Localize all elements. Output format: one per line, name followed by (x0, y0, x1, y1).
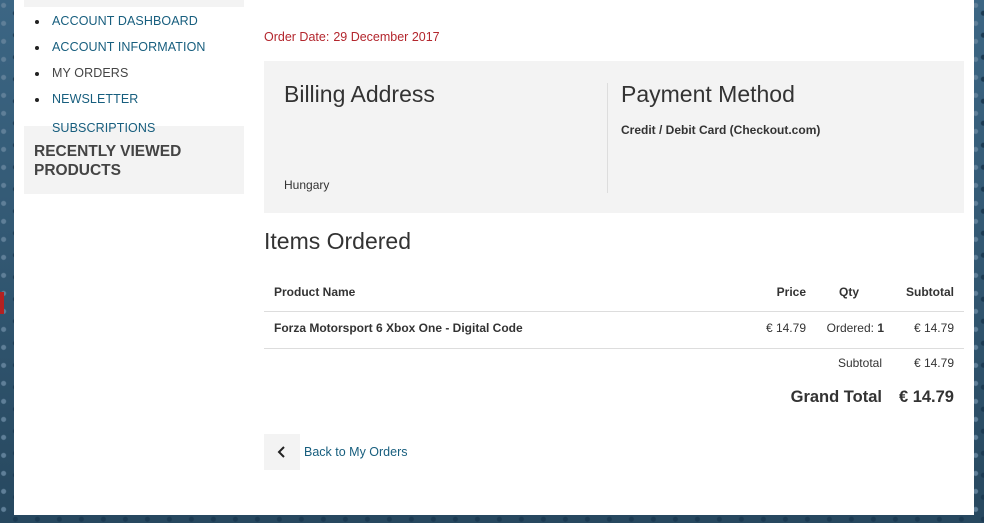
grand-total-row: Grand Total € 14.79 (264, 374, 964, 410)
nav-link-account-dashboard[interactable]: ACCOUNT DASHBOARD (52, 14, 198, 28)
recently-viewed-title: RECENTLY VIEWED PRODUCTS (34, 143, 182, 179)
sidebar-top-bar (24, 0, 244, 7)
bullet-icon (35, 72, 39, 76)
chevron-left-icon (277, 446, 285, 458)
items-ordered-title: Items Ordered (264, 228, 411, 254)
table-row: Forza Motorsport 6 Xbox One - Digital Co… (264, 312, 964, 349)
grand-total-label: Grand Total (790, 388, 882, 406)
order-date-value: 29 December 2017 (333, 30, 440, 44)
subtotal-label: Subtotal (837, 356, 882, 370)
billing-address-block: Billing Address Hungary (284, 81, 594, 211)
order-date: Order Date: 29 December 2017 (264, 30, 440, 44)
account-nav: ACCOUNT DASHBOARD ACCOUNT INFORMATION MY… (24, 7, 244, 135)
order-totals: Subtotal € 14.79 Grand Total € 14.79 (264, 350, 964, 410)
background-red-accent (0, 292, 4, 314)
nav-link-account-information[interactable]: ACCOUNT INFORMATION (52, 40, 206, 54)
sidebar-item-account-dashboard[interactable]: ACCOUNT DASHBOARD (24, 7, 244, 33)
bullet-icon (35, 46, 39, 50)
sidebar-item-account-information[interactable]: ACCOUNT INFORMATION (24, 33, 244, 59)
product-price: € 14.79 (765, 321, 806, 335)
order-info-box: Billing Address Hungary Payment Method C… (264, 61, 964, 213)
column-header-subtotal: Subtotal (906, 285, 954, 299)
grand-total-value: € 14.79 (898, 388, 954, 406)
sidebar-item-newsletter-subscriptions[interactable]: NEWSLETTER SUBSCRIPTIONS (24, 85, 244, 135)
back-button[interactable] (264, 434, 300, 470)
back-to-my-orders-label[interactable]: Back to My Orders (304, 445, 408, 459)
nav-current-my-orders: MY ORDERS (52, 66, 129, 80)
subtotal-value: € 14.79 (913, 356, 954, 370)
sidebar-item-my-orders: MY ORDERS (24, 59, 244, 85)
bullet-icon (35, 98, 39, 102)
column-header-price: Price (776, 285, 806, 299)
background-decoration (0, 118, 10, 238)
back-to-my-orders-link[interactable]: Back to My Orders (264, 434, 408, 470)
content-panel: ACCOUNT DASHBOARD ACCOUNT INFORMATION MY… (14, 0, 974, 515)
product-qty: Ordered: 1 (814, 312, 884, 348)
bullet-icon (35, 20, 39, 24)
payment-method-value: Credit / Debit Card (Checkout.com) (621, 123, 821, 137)
payment-method-block: Payment Method Credit / Debit Card (Chec… (621, 81, 941, 137)
subtotal-row: Subtotal € 14.79 (264, 350, 964, 374)
info-box-divider (607, 83, 608, 193)
payment-method-title: Payment Method (621, 81, 795, 107)
nav-link-newsletter-subscriptions[interactable]: NEWSLETTER SUBSCRIPTIONS (52, 92, 155, 135)
column-header-qty: Qty (838, 285, 859, 299)
order-date-label: Order Date: (264, 30, 330, 44)
billing-address-title: Billing Address (284, 81, 435, 107)
column-header-product-name: Product Name (274, 285, 356, 299)
product-name: Forza Motorsport 6 Xbox One - Digital Co… (274, 321, 523, 335)
items-ordered-table: Product Name Price Qty Subtotal Forza Mo… (264, 275, 964, 349)
billing-country: Hungary (284, 178, 330, 192)
qty-label: Ordered: (826, 321, 874, 335)
qty-value: 1 (877, 321, 884, 335)
account-sidebar: ACCOUNT DASHBOARD ACCOUNT INFORMATION MY… (24, 0, 244, 194)
table-header-row: Product Name Price Qty Subtotal (264, 275, 964, 312)
product-subtotal: € 14.79 (913, 321, 954, 335)
